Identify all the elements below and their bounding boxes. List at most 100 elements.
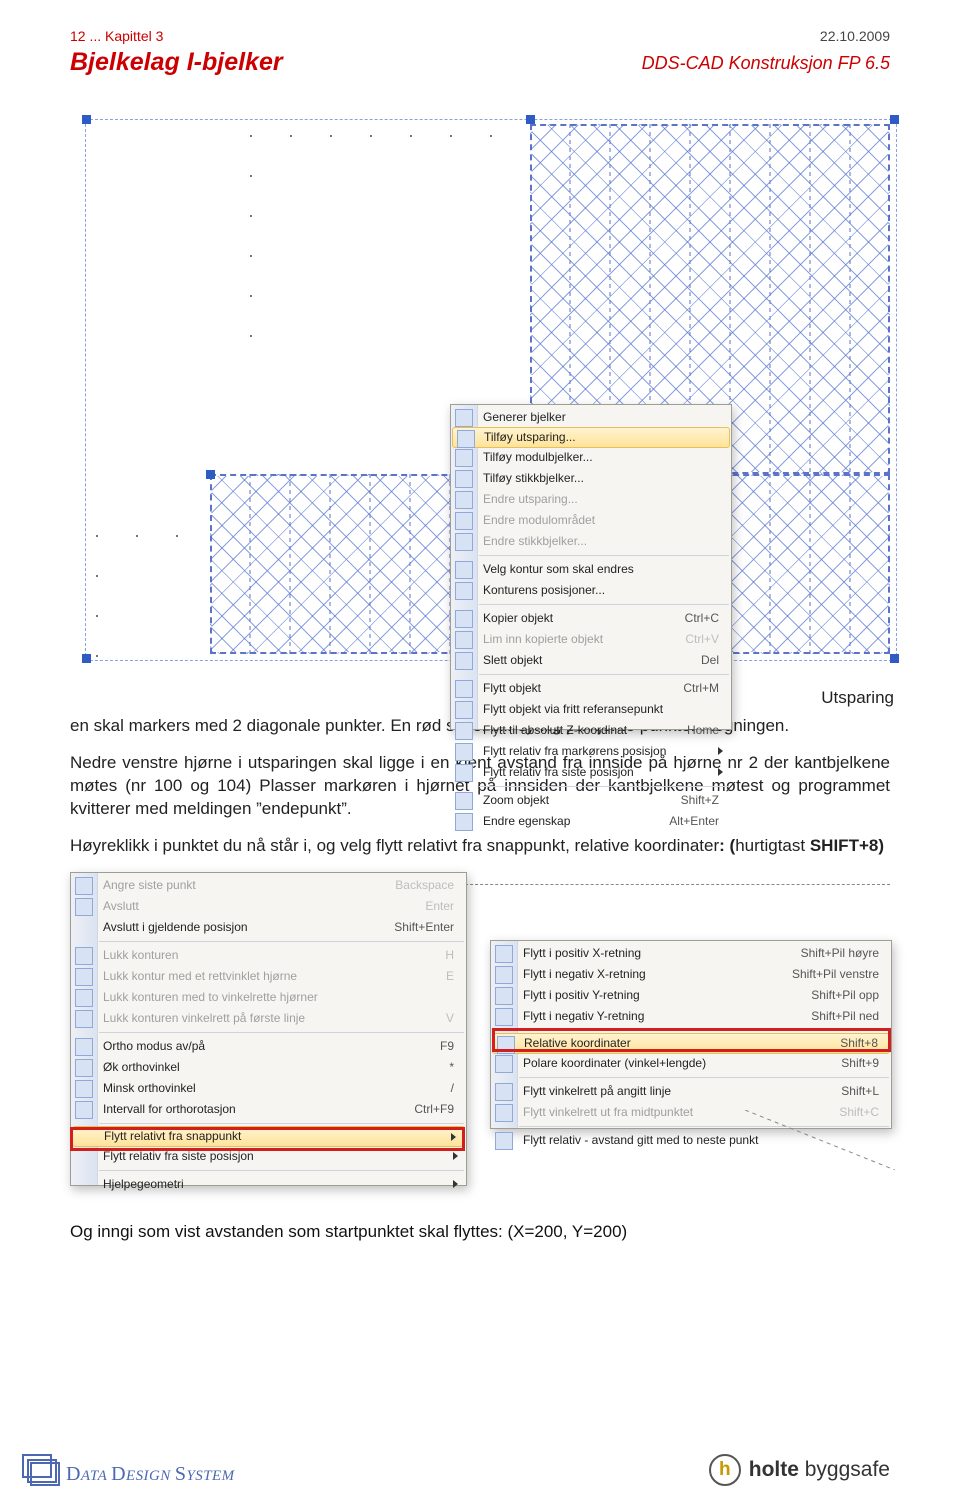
generer-icon	[455, 409, 473, 427]
menu-item-shortcut: H	[445, 946, 454, 965]
close2-icon	[75, 989, 93, 1007]
stikk-icon	[455, 470, 473, 488]
menu-item: Lukk konturen med to vinkelrette hjørner	[71, 987, 466, 1008]
menu-item: Lukk konturen vinkelrett på første linje…	[71, 1008, 466, 1029]
menu-item-label: Hjelpegeometri	[103, 1177, 184, 1191]
menu-item-label: Flytt vinkelrett på angitt linje	[523, 1084, 671, 1098]
pol-icon	[495, 1055, 513, 1073]
perp-icon	[495, 1083, 513, 1101]
page-footer: DATA DESIGN SYSTEM h holte byggsafe	[30, 1446, 890, 1486]
handle-corner[interactable]	[206, 470, 215, 479]
menu-item[interactable]: Flytt i positiv Y-retningShift+Pil opp	[491, 985, 891, 1006]
menu-item-shortcut: Shift+Pil ned	[811, 1007, 879, 1026]
dds-logo-icon	[30, 1462, 60, 1486]
menu-item[interactable]: Flytt relativ fra siste posisjon	[451, 762, 731, 783]
menu-item[interactable]: Flytt til absolutt Z-koordinatHome	[451, 720, 731, 741]
menu-item-label: Flytt i positiv X-retning	[523, 946, 641, 960]
handle-br[interactable]	[890, 654, 899, 663]
menu-item-label: Flytt relativ fra siste posisjon	[103, 1149, 254, 1163]
figure-menus: Angre siste punktBackspace Avslutt EnterAv…	[70, 872, 890, 1192]
dds-logo: DATA DESIGN SYSTEM	[30, 1462, 235, 1486]
menu-item: Endre utsparing...	[451, 489, 731, 510]
menu-item[interactable]: Flytt i positiv X-retningShift+Pil høyre	[491, 943, 891, 964]
menu-item-shortcut: Enter	[425, 897, 454, 916]
menu-item-label: Konturens posisjoner...	[483, 583, 605, 597]
page-title: Bjelkelag I-bjelker	[70, 48, 283, 77]
date-label: 22.10.2009	[820, 28, 890, 44]
menu-item-label: Flytt relativ - avstand gitt med to nest…	[523, 1133, 758, 1147]
handle-tm[interactable]	[526, 115, 535, 124]
menu-item[interactable]: Minsk orthovinkel/	[71, 1078, 466, 1099]
menu-item-label: Lukk konturen vinkelrett på første linje	[103, 1011, 305, 1025]
menu-item[interactable]: Flytt objekt via fritt referansepunkt	[451, 699, 731, 720]
menu-item[interactable]: Generer bjelker	[451, 407, 731, 428]
menu-item[interactable]: Flytt i negativ Y-retning Shift+Pil ned	[491, 1006, 891, 1027]
menu-separator	[479, 555, 729, 556]
menu-separator	[479, 674, 729, 675]
handle-tl[interactable]	[82, 115, 91, 124]
contour-icon	[455, 561, 473, 579]
menu-item: Lim inn kopierte objektCtrl+V	[451, 629, 731, 650]
menu-item-label: Flytt i negativ Y-retning	[523, 1009, 644, 1023]
ang-icon	[75, 1080, 93, 1098]
menu-item[interactable]: Slett objektDel	[451, 650, 731, 671]
intro-tail-fragment: Utsparing	[784, 688, 894, 708]
menu-item[interactable]: Konturens posisjoner...	[451, 580, 731, 601]
dist-icon	[495, 1132, 513, 1150]
menu-item[interactable]: Flytt vinkelrett på angitt linjeShift+L	[491, 1081, 891, 1102]
dashed-diagonal	[745, 1110, 895, 1170]
menu-item[interactable]: Øk orthovinkel*	[71, 1057, 466, 1078]
handle-bl[interactable]	[82, 654, 91, 663]
edit-icon	[455, 512, 473, 530]
menu-item-label: Velg kontur som skal endres	[483, 562, 634, 576]
undo-icon	[75, 877, 93, 895]
menu-item: Angre siste punktBackspace	[71, 875, 466, 896]
menu-item-label: Flytt objekt via fritt referansepunkt	[483, 702, 663, 716]
zoom-icon	[455, 792, 473, 810]
menu-item[interactable]: Hjelpegeometri	[71, 1174, 466, 1195]
menu-item[interactable]: Ortho modus av/på F9	[71, 1036, 466, 1057]
menu-item-label: Ortho modus av/på	[103, 1039, 205, 1053]
menu-item: Endre stikkbjelker...	[451, 531, 731, 552]
cad-canvas: Generer bjelkerTilføy utsparing...Tilføy…	[70, 119, 890, 699]
menu-item-label: Flytt i negativ X-retning	[523, 967, 646, 981]
context-menu-utsparing[interactable]: Generer bjelkerTilføy utsparing...Tilføy…	[450, 404, 732, 730]
mid-icon	[495, 1104, 513, 1122]
closeL-icon	[75, 1010, 93, 1028]
handle-tr[interactable]	[890, 115, 899, 124]
menu-item[interactable]: Velg kontur som skal endres	[451, 559, 731, 580]
menu-item-label: Avslutt	[103, 899, 139, 913]
menu-item-label: Flytt relativ fra markørens posisjon	[483, 744, 666, 758]
menu-item[interactable]: Intervall for orthorotasjonCtrl+F9	[71, 1099, 466, 1120]
menu-item-label: Kopier objekt	[483, 611, 553, 625]
menu-item-label: Endre modulområdet	[483, 513, 595, 527]
menu-separator	[479, 786, 729, 787]
menu-item[interactable]: Flytt objekt Ctrl+M	[451, 678, 731, 699]
menu-item[interactable]: Polare koordinater (vinkel+lengde)Shift+…	[491, 1053, 891, 1074]
menu-item[interactable]: Zoom objektShift+Z	[451, 790, 731, 811]
menu-item-label: Tilføy stikkbjelker...	[483, 471, 584, 485]
menu-item-label: Flytt vinkelrett ut fra midtpunktet	[523, 1105, 693, 1119]
menu-item-label: Flytt relativ fra siste posisjon	[483, 765, 634, 779]
menu-item-shortcut: F9	[440, 1037, 454, 1056]
menu-item[interactable]: Tilføy stikkbjelker...	[451, 468, 731, 489]
arrow-icon	[455, 743, 473, 761]
para2: Høyreklikk i punktet du nå står i, og ve…	[70, 835, 890, 858]
menu-item-label: Lim inn kopierte objekt	[483, 632, 603, 646]
menu-separator	[519, 1077, 889, 1078]
del-icon	[455, 652, 473, 670]
menu-item-shortcut: Ctrl+M	[683, 679, 719, 698]
menu-item-label: Generer bjelker	[483, 410, 566, 424]
menu-item-shortcut: Ctrl+C	[685, 609, 719, 628]
menu-item[interactable]: Endre egenskapAlt+Enter	[451, 811, 731, 832]
menu-item[interactable]: Tilføy utsparing...	[452, 427, 730, 448]
menu-item[interactable]: Avslutt i gjeldende posisjonShift+Enter	[71, 917, 466, 938]
menu-item[interactable]: Flytt i negativ X-retningShift+Pil venst…	[491, 964, 891, 985]
menu-item-shortcut: Shift+Enter	[394, 918, 454, 937]
menu-item-label: Flytt objekt	[483, 681, 541, 695]
menu-separator	[99, 1170, 464, 1171]
menu-item[interactable]: Flytt relativ fra markørens posisjon	[451, 741, 731, 762]
menu-item[interactable]: Tilføy modulbjelker...	[451, 447, 731, 468]
menu-item[interactable]: Kopier objekt Ctrl+C	[451, 608, 731, 629]
red-highlight-snap	[70, 1127, 465, 1151]
